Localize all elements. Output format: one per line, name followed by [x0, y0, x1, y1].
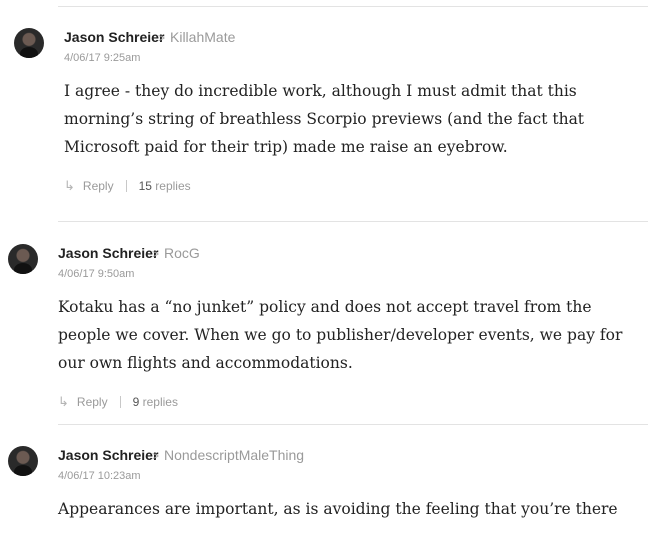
replies-count: 15 [138, 179, 152, 193]
comment-body: I agree - they do incredible work, altho… [64, 82, 585, 156]
reply-to-arrow-icon: > [158, 31, 166, 45]
reply-to-arrow-icon: > [152, 449, 160, 463]
avatar[interactable] [14, 28, 44, 58]
reply-to-user[interactable]: NondescriptMaleThing [164, 447, 304, 463]
avatar[interactable] [8, 446, 38, 476]
comment-author[interactable]: Jason Schreier [58, 447, 158, 463]
avatar[interactable] [8, 244, 38, 274]
replies-label: replies [142, 395, 178, 409]
comment-timestamp[interactable]: 4/06/17 9:25am [64, 52, 140, 64]
comment-body: Kotaku has a “no junket” policy and does… [58, 298, 623, 372]
reply-to-user[interactable]: RocG [164, 245, 200, 261]
comment-body: Appearances are important, as is avoidin… [58, 500, 618, 518]
reply-icon[interactable]: ↳ [58, 394, 69, 410]
replies-link[interactable]: 15 replies [139, 179, 191, 193]
action-separator [119, 396, 121, 408]
comment-actions: ↳ Reply 15 replies [64, 178, 191, 194]
reply-icon[interactable]: ↳ [64, 178, 75, 194]
reply-button[interactable]: Reply [77, 395, 108, 409]
replies-link[interactable]: 9 replies [133, 395, 178, 409]
reply-button[interactable]: Reply [83, 179, 114, 193]
comment-actions: ↳ Reply 9 replies [58, 394, 178, 410]
comment-timestamp[interactable]: 4/06/17 10:23am [58, 470, 141, 482]
reply-to-arrow-icon: > [152, 247, 160, 261]
comment-author[interactable]: Jason Schreier [64, 29, 164, 45]
replies-count: 9 [132, 395, 140, 409]
reply-to-user[interactable]: KillahMate [170, 29, 235, 45]
top-divider [58, 6, 648, 7]
replies-label: replies [155, 179, 191, 193]
comment-timestamp[interactable]: 4/06/17 9:50am [58, 268, 134, 280]
comment-author[interactable]: Jason Schreier [58, 245, 158, 261]
action-separator [125, 180, 127, 192]
comment-divider [58, 221, 648, 222]
comment-divider [58, 424, 648, 425]
